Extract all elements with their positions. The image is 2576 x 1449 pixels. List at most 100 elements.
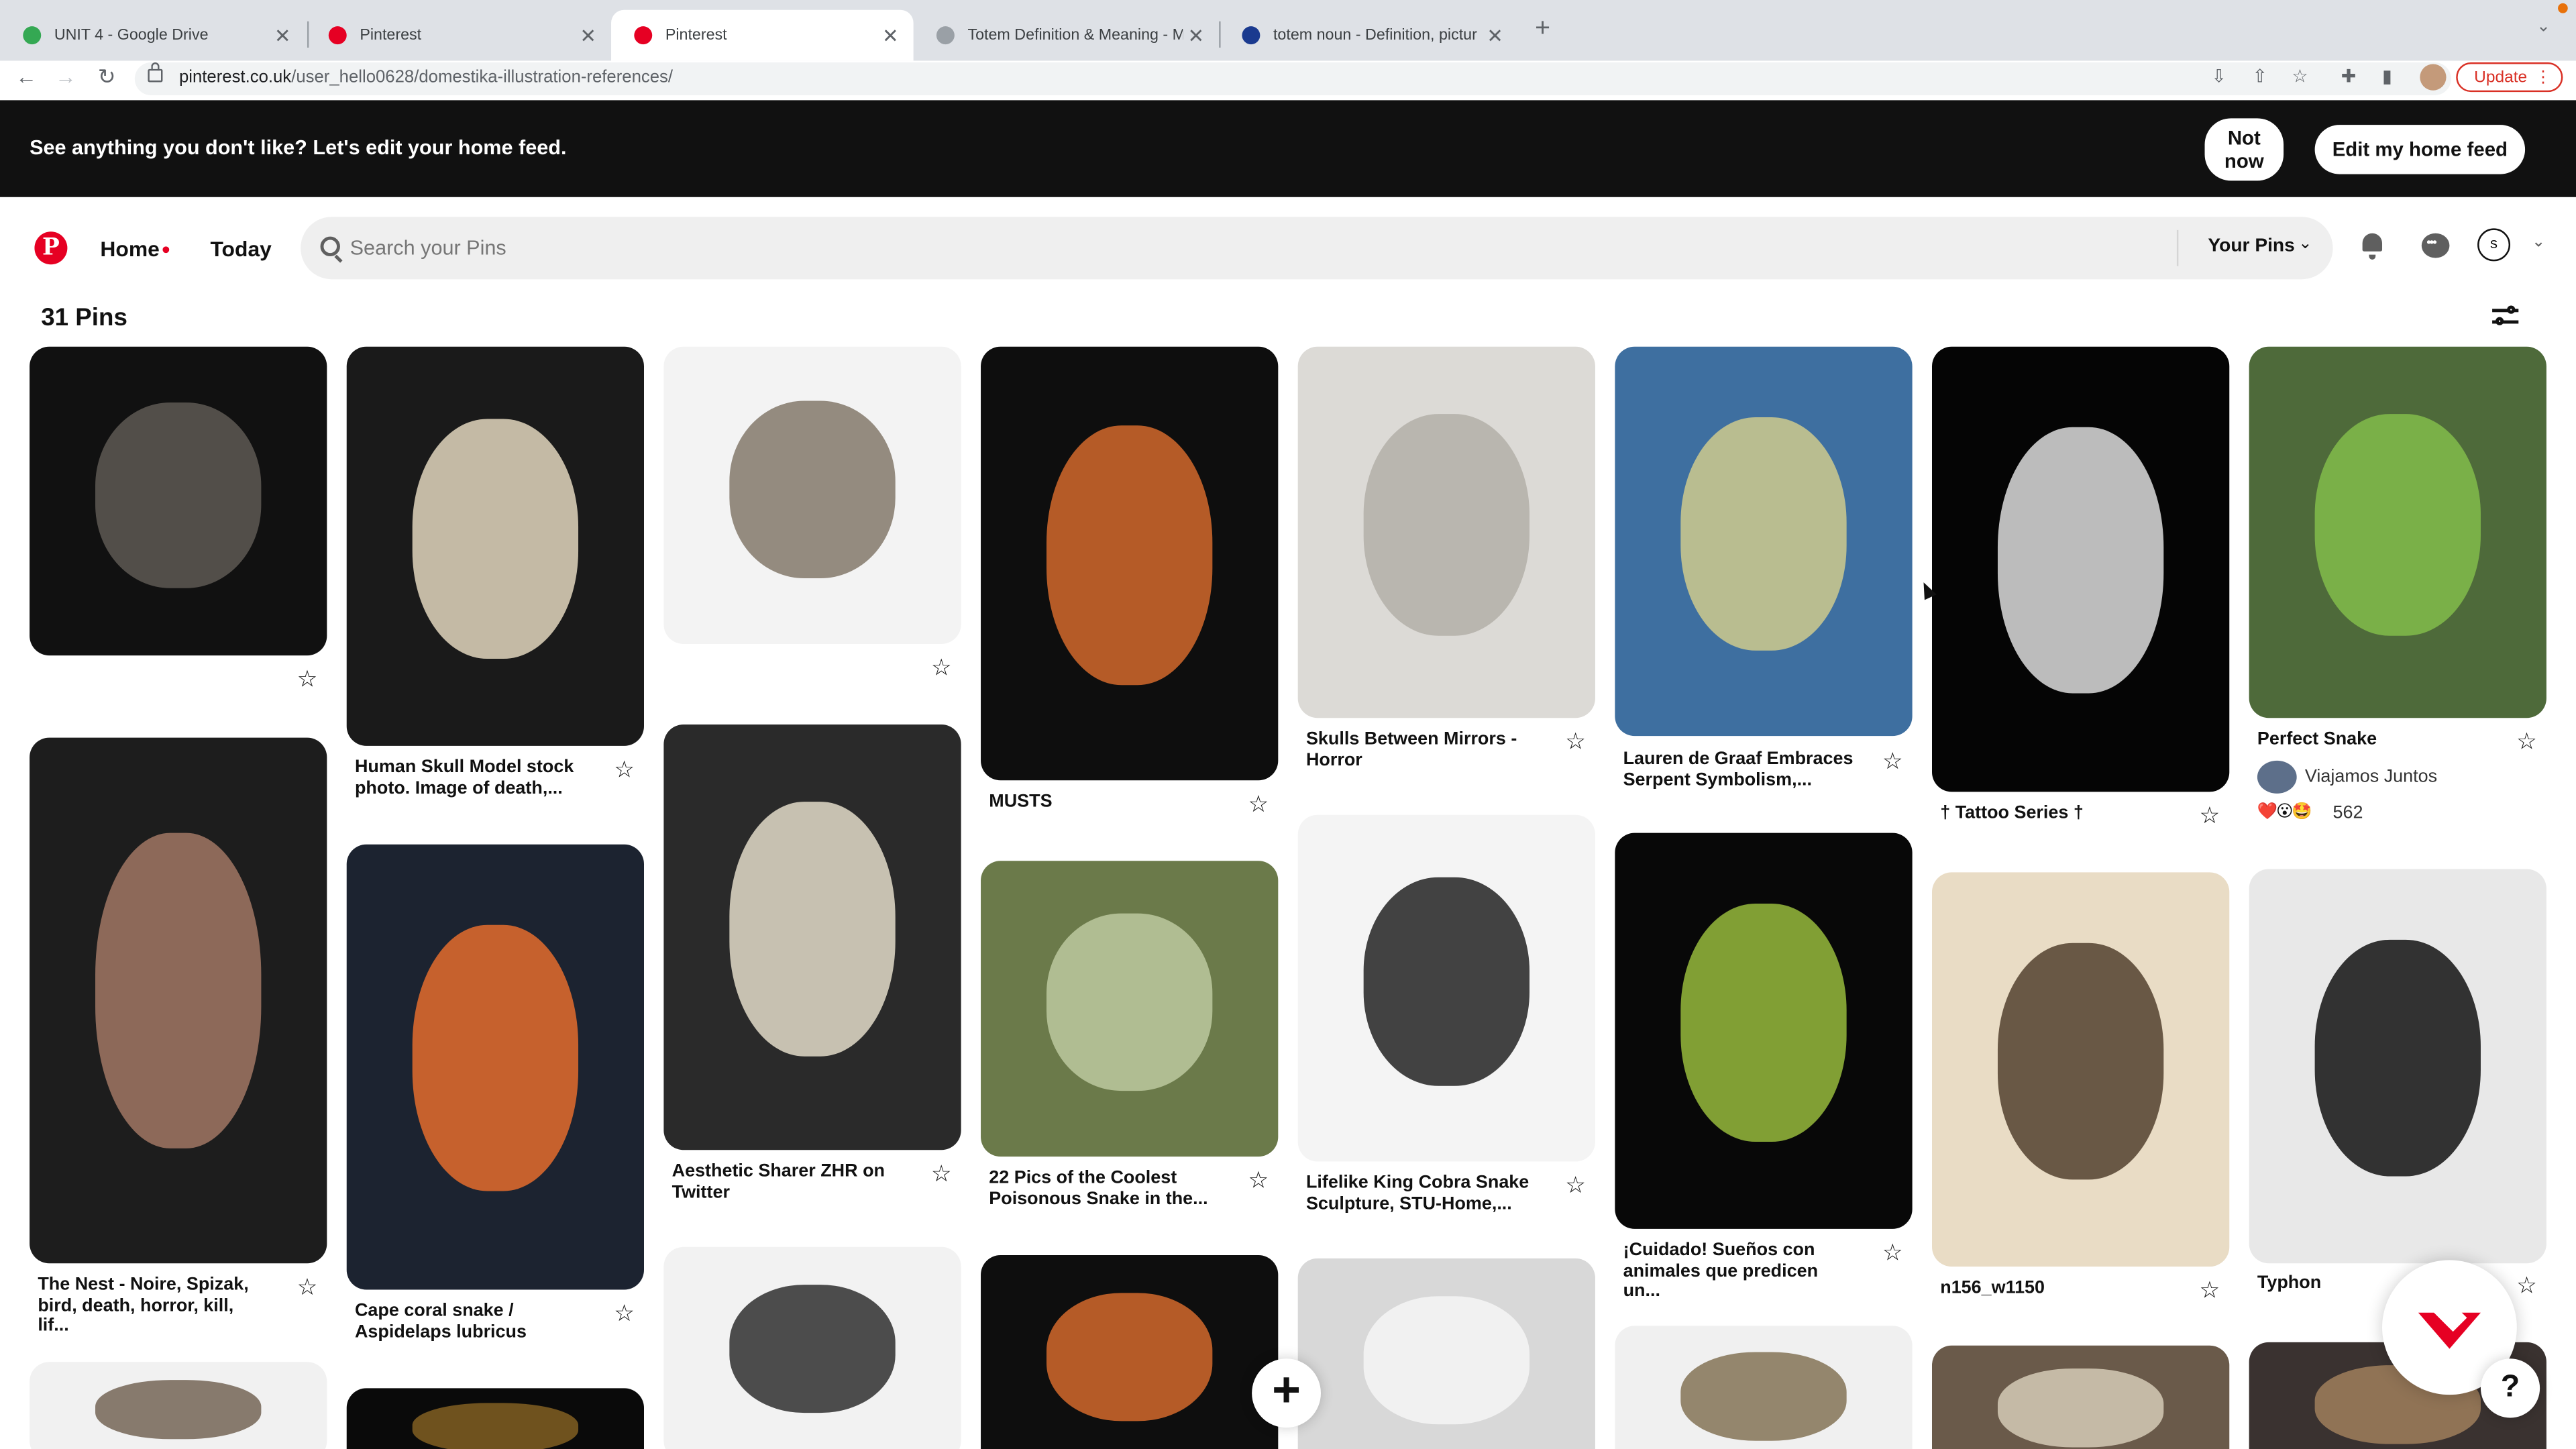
save-star-icon[interactable]: ☆ xyxy=(1881,749,1904,772)
save-star-icon[interactable]: ☆ xyxy=(296,667,319,690)
pin-image[interactable] xyxy=(663,346,961,645)
pin-image[interactable] xyxy=(1297,814,1595,1162)
pin-title[interactable]: Lauren de Graaf Embraces Serpent Symboli… xyxy=(1623,749,1854,790)
save-star-icon[interactable]: ☆ xyxy=(930,1161,953,1184)
install-icon[interactable]: ⇩ xyxy=(2211,66,2226,87)
pin-image[interactable] xyxy=(981,861,1279,1157)
pin-title[interactable]: Skulls Between Mirrors - Horror xyxy=(1306,729,1536,770)
save-star-icon[interactable]: ☆ xyxy=(612,1301,635,1324)
pin-image[interactable] xyxy=(346,844,645,1290)
new-tab-icon[interactable]: + xyxy=(1528,15,1558,44)
search-placeholder: Search your Pins xyxy=(350,236,506,260)
save-star-icon[interactable]: ☆ xyxy=(2515,729,2538,752)
close-tab-icon[interactable]: ✕ xyxy=(877,24,904,47)
browser-tab-active[interactable]: Pinterest ✕ xyxy=(611,9,914,61)
reaction-icons: ❤️😮🤩 xyxy=(2257,803,2312,822)
pin-title[interactable]: ¡Cuidado! Sueños con animales que predic… xyxy=(1623,1240,1854,1302)
pin-author-name[interactable]: Viajamos Juntos xyxy=(2305,767,2437,787)
save-star-icon[interactable]: ☆ xyxy=(930,655,953,678)
help-button[interactable]: ? xyxy=(2480,1358,2540,1418)
extensions-puzzle-icon[interactable]: ✚ xyxy=(2341,66,2357,87)
pin-image[interactable] xyxy=(346,1388,645,1449)
pin-image[interactable] xyxy=(1615,346,1913,737)
filter-knob xyxy=(2507,305,2516,314)
save-star-icon[interactable]: ☆ xyxy=(1564,1173,1587,1196)
tab-title: Pinterest xyxy=(360,26,422,45)
save-star-icon[interactable]: ☆ xyxy=(612,757,635,780)
share-icon[interactable]: ⇧ xyxy=(2253,66,2268,87)
filter-icon[interactable] xyxy=(2492,305,2519,329)
pin-image[interactable] xyxy=(1615,1326,1913,1449)
pin-image[interactable] xyxy=(30,737,327,1264)
pin-title[interactable]: The Nest - Noire, Spizak, bird, death, h… xyxy=(38,1275,268,1336)
save-star-icon[interactable]: ☆ xyxy=(1247,1168,1270,1191)
reload-icon[interactable]: ↻ xyxy=(94,64,120,91)
pin-image[interactable] xyxy=(1297,1258,1595,1449)
close-tab-icon[interactable]: ✕ xyxy=(1482,24,1508,47)
pin-image[interactable] xyxy=(981,1255,1279,1449)
pin-image[interactable] xyxy=(663,1246,961,1449)
update-button[interactable]: Update ⋮ xyxy=(2456,62,2563,93)
bookmark-star-icon[interactable]: ☆ xyxy=(2292,66,2308,87)
browser-tab[interactable]: Pinterest ✕ xyxy=(306,10,612,61)
address-bar[interactable]: pinterest.co.uk/user_hello0628/domestika… xyxy=(134,62,2451,96)
browser-tab[interactable]: UNIT 4 - Google Drive ✕ xyxy=(0,10,306,61)
pin-title[interactable]: n156_w1150 xyxy=(1940,1278,2170,1299)
pin-title[interactable]: Lifelike King Cobra Snake Sculpture, STU… xyxy=(1306,1173,1536,1214)
not-now-button[interactable]: Not now xyxy=(2204,118,2284,181)
save-star-icon[interactable]: ☆ xyxy=(2198,1278,2221,1301)
chevron-down-icon[interactable]: ⌄ xyxy=(2298,235,2312,253)
pin-image[interactable] xyxy=(346,346,645,746)
pin-title[interactable]: Aesthetic Sharer ZHR on Twitter xyxy=(672,1161,902,1202)
pin-image[interactable] xyxy=(2249,346,2546,718)
save-star-icon[interactable]: ☆ xyxy=(2515,1273,2538,1296)
messages-icon[interactable] xyxy=(2421,233,2450,258)
save-star-icon[interactable]: ☆ xyxy=(1247,792,1270,814)
pin-image[interactable] xyxy=(2249,869,2546,1264)
pin-image[interactable] xyxy=(1615,833,1913,1229)
pin-image[interactable] xyxy=(1932,872,2230,1267)
edit-home-feed-button[interactable]: Edit my home feed xyxy=(2314,125,2526,174)
tab-search-chevron-icon[interactable]: ⌄ xyxy=(2536,18,2551,36)
save-star-icon[interactable]: ☆ xyxy=(1564,729,1587,752)
pin-title[interactable]: MUSTS xyxy=(989,792,1219,812)
nav-today-link[interactable]: Today xyxy=(210,237,271,262)
pin-image[interactable] xyxy=(1297,346,1595,718)
pin-title[interactable]: † Tattoo Series † xyxy=(1940,804,2170,824)
your-pins-dropdown[interactable]: Your Pins xyxy=(2208,237,2294,256)
browser-tab[interactable]: totem noun - Definition, pictur ✕ xyxy=(1219,10,1518,61)
save-star-icon[interactable]: ☆ xyxy=(296,1275,319,1297)
pin-title[interactable]: Human Skull Model stock photo. Image of … xyxy=(355,757,585,798)
user-avatar[interactable]: s xyxy=(2477,228,2511,262)
browser-tab[interactable]: Totem Definition & Meaning - M ✕ xyxy=(914,10,1220,61)
update-label: Update xyxy=(2474,68,2528,87)
pin-image[interactable] xyxy=(1932,346,2230,792)
save-star-icon[interactable]: ☆ xyxy=(1881,1240,1904,1263)
tab-title: UNIT 4 - Google Drive xyxy=(54,26,209,45)
author-avatar[interactable] xyxy=(2257,760,2297,794)
search-input[interactable]: Search your Pins Your Pins ⌄ xyxy=(301,217,2333,280)
add-pin-button[interactable]: + xyxy=(1252,1358,1321,1428)
nav-home-link[interactable]: Home xyxy=(100,237,159,262)
close-tab-icon[interactable]: ✕ xyxy=(575,24,601,47)
save-star-icon[interactable]: ☆ xyxy=(2198,804,2221,826)
pin-image[interactable] xyxy=(981,346,1279,781)
browser-profile-avatar[interactable] xyxy=(2420,64,2447,91)
close-tab-icon[interactable]: ✕ xyxy=(1183,24,1209,47)
pin-image[interactable] xyxy=(30,1362,327,1449)
pin-image[interactable] xyxy=(663,724,961,1150)
notifications-bell-icon[interactable] xyxy=(2361,233,2383,260)
forward-icon[interactable]: → xyxy=(52,64,78,89)
pinterest-logo-icon[interactable]: P xyxy=(34,231,68,265)
pin-subject-shape xyxy=(1997,427,2164,694)
pin-title[interactable]: Perfect Snake xyxy=(2257,729,2487,750)
side-panel-icon[interactable]: ▮ xyxy=(2382,66,2392,87)
pin-image[interactable] xyxy=(1932,1345,2230,1449)
pin-title[interactable]: 22 Pics of the Coolest Poisonous Snake i… xyxy=(989,1168,1219,1209)
pin-title[interactable]: Cape coral snake / Aspidelaps lubricus xyxy=(355,1301,585,1342)
close-tab-icon[interactable]: ✕ xyxy=(270,24,296,47)
url-path: /user_hello0628/domestika-illustration-r… xyxy=(291,67,674,87)
pin-image[interactable] xyxy=(30,346,327,656)
back-icon[interactable]: ← xyxy=(13,64,40,89)
account-chevron-down-icon[interactable]: ⌄ xyxy=(2532,233,2546,252)
